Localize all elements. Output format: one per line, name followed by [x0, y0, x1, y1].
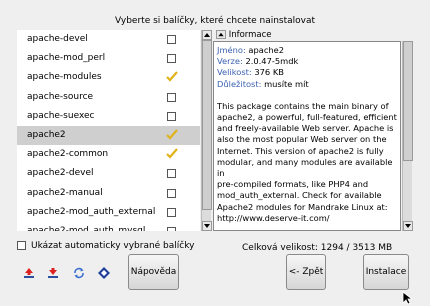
package-name: apache-mod_perl	[27, 53, 106, 64]
package-description: This package contains the main binary of…	[217, 101, 397, 224]
size-value: 376 KB	[254, 67, 284, 78]
size-label: Velikost:	[217, 67, 252, 78]
package-row[interactable]: apache2-devel	[17, 164, 200, 183]
package-row[interactable]: apache2-mod_auth_mysql	[17, 222, 200, 231]
package-name: apache-devel	[27, 34, 88, 44]
scroll-thumb[interactable]	[202, 40, 212, 210]
back-button[interactable]: <- Zpět	[286, 254, 326, 290]
importance-value: musíte mít	[264, 78, 309, 89]
package-name: apache-suexec	[27, 110, 95, 121]
install-button[interactable]: Instalace	[363, 254, 409, 290]
package-row[interactable]: apache-devel	[17, 30, 200, 49]
package-row[interactable]: apache-mod_perl	[17, 49, 200, 68]
package-row[interactable]: apache2	[17, 125, 200, 146]
package-row[interactable]: apache2-mod_auth_external	[17, 203, 200, 222]
mouse-pointer-icon	[402, 291, 412, 305]
package-list-scrollbar[interactable]	[201, 30, 212, 231]
package-checkbox[interactable]	[167, 92, 176, 102]
description-line: This package contains the main binary of	[217, 100, 389, 111]
package-checkbox[interactable]	[167, 35, 176, 44]
package-name: apache2-manual	[27, 187, 103, 198]
package-checkbox[interactable]	[167, 226, 176, 231]
dialog-title: Vyberte si balíčky, které chcete nainsta…	[114, 16, 316, 26]
description-line: http://www.deserve-it.com/	[217, 212, 330, 223]
package-checkbox[interactable]	[167, 169, 176, 179]
package-row[interactable]: apache2-common	[17, 145, 200, 164]
package-list[interactable]: apache-devel apache-mod_perl apache-module…	[17, 30, 200, 231]
package-checkbox[interactable]	[167, 111, 176, 121]
package-row[interactable]: apache2-manual	[17, 184, 200, 203]
show-auto-checkbox[interactable]	[17, 241, 26, 250]
help-button[interactable]: Nápověda	[128, 254, 179, 290]
description-line: Internet. This version of apache2 is ful…	[217, 145, 384, 156]
package-checkbox[interactable]	[167, 207, 176, 217]
version-value: 2.0.47-5mdk	[245, 56, 299, 67]
info-scroll-up-icon[interactable]	[216, 30, 226, 39]
description-line: modular, and many modules are available …	[217, 156, 393, 179]
name-value: apache2	[248, 45, 285, 55]
package-checkbox[interactable]	[167, 188, 176, 198]
save-selection-icon[interactable]	[46, 266, 60, 280]
package-name: apache-modules	[27, 72, 102, 83]
load-selection-icon[interactable]	[22, 266, 36, 280]
info-header-label: Informace	[228, 30, 272, 40]
description-line: and freely-available Web server. Apache …	[217, 123, 394, 134]
total-size: Celková velikost: 1294 / 3513 MB	[242, 243, 393, 253]
package-name: apache2-mod_auth_mysql	[27, 225, 146, 231]
package-name: apache2-mod_auth_external	[27, 206, 156, 217]
description-line: Apache2 modules for Mandrake Linux at:	[217, 201, 388, 212]
description-line: mod_auth_external. Check for available	[217, 190, 382, 201]
info-header: Informace	[214, 30, 410, 41]
package-name: apache2	[27, 129, 66, 140]
scroll-up-arrow-icon[interactable]	[202, 30, 212, 40]
package-checked-icon[interactable]	[166, 71, 178, 82]
description-line: pre-compiled formats, like PHP4 and	[217, 179, 369, 190]
importance-label: Důležitost:	[217, 78, 262, 89]
info-scrollbar[interactable]	[402, 41, 413, 231]
scroll-down-arrow-icon[interactable]	[202, 221, 212, 231]
description-line: also the most popular Web server on the	[217, 134, 387, 145]
package-checked-icon[interactable]	[166, 148, 178, 159]
package-row[interactable]: apache-modules	[17, 68, 200, 87]
description-line: apache2, a powerful, full-featured, effi…	[217, 112, 397, 123]
package-info-panel[interactable]: Jméno: apache2 Verze: 2.0.47-5mdk Veliko…	[213, 41, 401, 231]
package-name: apache-source	[27, 91, 94, 102]
update-icon[interactable]	[72, 266, 86, 280]
package-name: apache2-devel	[27, 168, 94, 179]
package-row[interactable]: apache-source	[17, 88, 200, 107]
show-auto-label: Ukázat automaticky vybrané balíčky	[31, 241, 195, 251]
version-label: Verze:	[217, 56, 243, 67]
diamond-icon[interactable]	[97, 266, 111, 280]
name-label: Jméno:	[217, 45, 246, 55]
package-checkbox[interactable]	[167, 54, 176, 64]
show-auto-selected-option[interactable]: Ukázat automaticky vybrané balíčky	[17, 241, 194, 251]
info-scroll-thumb[interactable]	[403, 41, 413, 161]
package-name: apache2-common	[27, 149, 109, 160]
info-scroll-down-icon[interactable]	[403, 221, 413, 231]
package-checked-icon[interactable]	[166, 129, 178, 140]
package-row[interactable]: apache-suexec	[17, 107, 200, 126]
